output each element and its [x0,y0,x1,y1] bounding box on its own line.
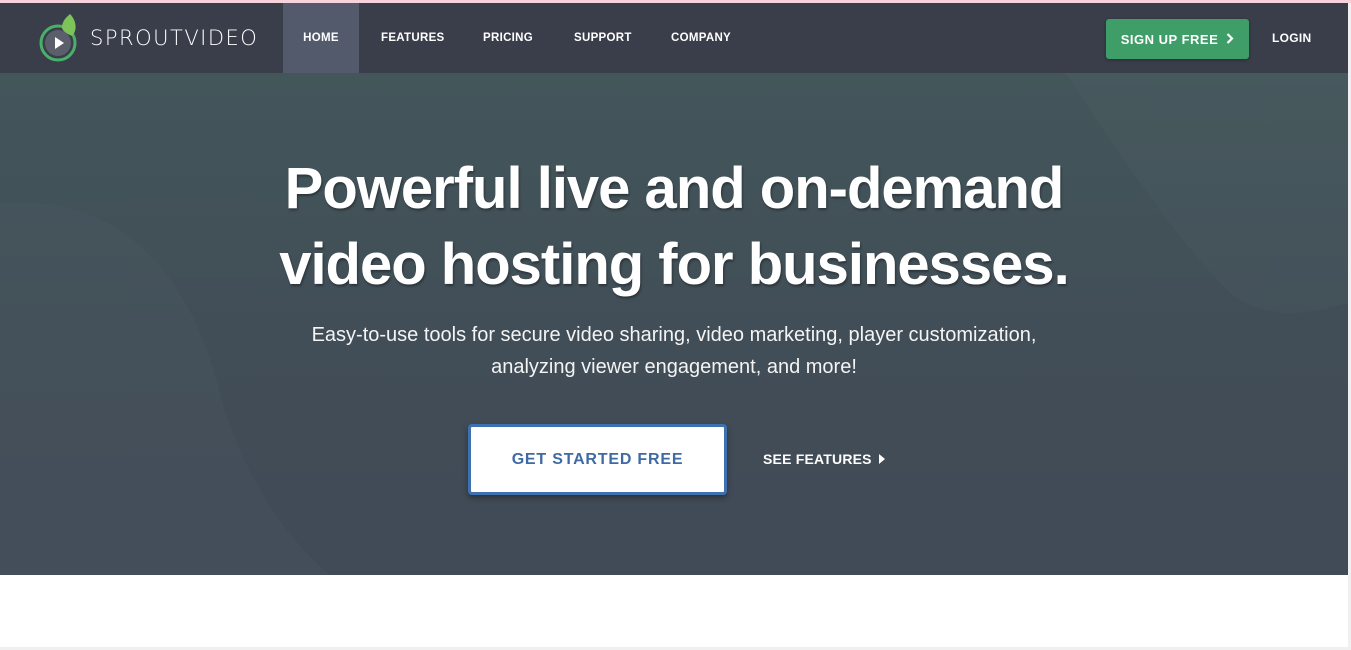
nav-item-label: PRICING [483,32,534,44]
see-features-label: SEE FEATURES [763,451,872,467]
main-menu: HOME FEATURES PRICING SUPPORT COMPANY [283,3,745,73]
sign-up-label: SIGN UP FREE [1120,31,1219,47]
headline-line-2: video hosting for businesses. [279,232,1070,297]
see-features-link[interactable]: SEE FEATURES [763,451,885,467]
hero-section: Powerful live and on-demand video hostin… [0,73,1348,575]
page: SPROUTVIDEO HOME FEATURES PRICING SUPPOR… [0,3,1348,647]
get-started-free-button[interactable]: GET STARTED FREE [468,424,727,495]
nav-item-features[interactable]: FEATURES [359,3,457,73]
hero-headline: Powerful live and on-demand video hostin… [0,151,1348,303]
sproutvideo-logo-icon [39,14,77,62]
login-link[interactable]: LOGIN [1272,31,1312,45]
hero-subtext: Easy-to-use tools for secure video shari… [0,319,1348,383]
subtext-line-2: analyzing viewer engagement, and more! [491,356,857,378]
nav-item-home[interactable]: HOME [283,3,359,73]
nav-item-company[interactable]: COMPANY [645,3,745,73]
nav-item-label: HOME [303,32,339,44]
nav-item-support[interactable]: SUPPORT [548,3,645,73]
chevron-right-icon [1226,32,1234,47]
logo[interactable]: SPROUTVIDEO [38,9,258,67]
nav-item-label: SUPPORT [574,32,632,44]
headline-line-1: Powerful live and on-demand [284,156,1065,221]
top-navigation: SPROUTVIDEO HOME FEATURES PRICING SUPPOR… [0,3,1348,73]
caret-right-icon [878,454,885,464]
nav-item-pricing[interactable]: PRICING [457,3,548,73]
nav-item-label: FEATURES [381,32,445,44]
nav-item-label: COMPANY [671,32,732,44]
sign-up-free-button[interactable]: SIGN UP FREE [1106,19,1249,59]
subtext-line-1: Easy-to-use tools for secure video shari… [311,324,1037,346]
logo-text: SPROUTVIDEO [90,26,259,50]
